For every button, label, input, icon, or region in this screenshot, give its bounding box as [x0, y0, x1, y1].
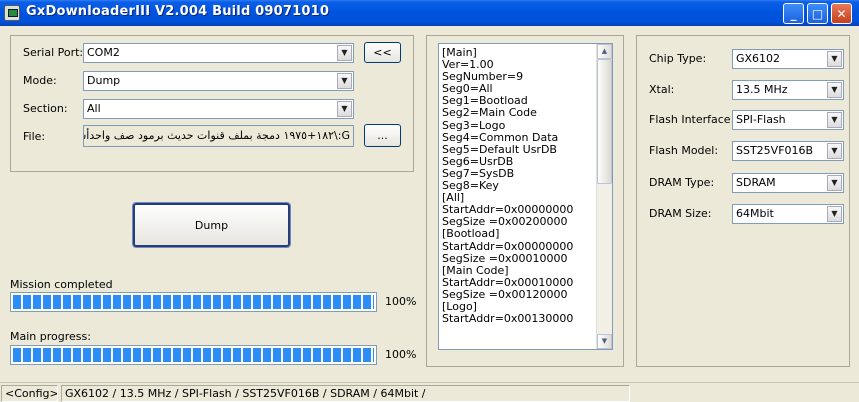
info-line[interactable]: StartAddr=0x00130000 — [442, 312, 573, 325]
dram-type-value: SDRAM — [736, 176, 776, 189]
section-select[interactable]: All ▼ — [83, 99, 354, 119]
browse-button[interactable]: ... — [364, 124, 401, 147]
chip-type-label: Chip Type: — [649, 52, 707, 65]
main-progress-fill — [13, 348, 374, 362]
dram-type-label: DRAM Type: — [649, 176, 715, 189]
download-settings-group: Serial Port: COM2 ▼ << Mode: Dump ▼ Sect… — [10, 35, 414, 172]
file-label: File: — [23, 130, 46, 143]
flash-interface-label: Flash Interface: — [649, 113, 735, 126]
info-group: [Main] Ver=1.00 SegNumber=9 Seg0=All Seg1=Bo… — [426, 35, 624, 367]
config-group: Chip Type: GX6102 ▼ Xtal: 13.5 MHz ▼ Fla… — [636, 35, 850, 367]
info-line[interactable]: Seg3=Logo — [442, 119, 573, 132]
info-line[interactable]: [Bootload] — [442, 228, 573, 240]
status-mode: <Config> — [1, 385, 58, 402]
scroll-thumb[interactable] — [597, 59, 612, 184]
chip-type-select[interactable]: GX6102 ▼ — [732, 49, 844, 69]
chevron-down-icon[interactable]: ▼ — [337, 45, 352, 61]
mode-label: Mode: — [23, 74, 57, 87]
dram-size-label: DRAM Size: — [649, 207, 712, 220]
status-summary: GX6102 / 13.5 MHz / SPI-Flash / SST25VF0… — [61, 385, 630, 402]
chevron-down-icon[interactable]: ▼ — [827, 206, 842, 222]
file-path-field[interactable]: G:\١٨٢+١٩٧٥ دمجة بملف قنوات حديث برمود ص… — [83, 125, 354, 147]
flash-model-label: Flash Model: — [649, 144, 719, 157]
dram-type-select[interactable]: SDRAM ▼ — [732, 173, 844, 193]
info-line[interactable]: StartAddr=0x00000000 — [442, 240, 573, 253]
xtal-label: Xtal: — [649, 83, 675, 96]
xtal-value: 13.5 MHz — [736, 83, 788, 96]
dump-button[interactable]: Dump — [132, 202, 291, 248]
window-title: GxDownloaderIII V2.004 Build 09071010 — [26, 4, 330, 19]
info-line[interactable]: [Main Code] — [442, 264, 573, 277]
dram-size-select[interactable]: 64Mbit ▼ — [732, 204, 844, 224]
serial-port-select[interactable]: COM2 ▼ — [83, 43, 354, 63]
dram-size-value: 64Mbit — [736, 207, 774, 220]
mission-progress-bar — [10, 292, 377, 312]
chevron-down-icon[interactable]: ▼ — [827, 51, 842, 67]
section-label: Section: — [23, 102, 68, 115]
mode-select[interactable]: Dump ▼ — [83, 71, 354, 91]
maximize-button[interactable]: □ — [807, 3, 828, 24]
scroll-down-icon[interactable]: ▼ — [597, 334, 612, 349]
flash-interface-value: SPI-Flash — [736, 113, 786, 126]
chevron-down-icon[interactable]: ▼ — [827, 143, 842, 159]
connect-button[interactable]: << — [364, 42, 401, 63]
xtal-select[interactable]: 13.5 MHz ▼ — [732, 80, 844, 100]
serial-port-value: COM2 — [87, 46, 120, 59]
info-lines: [Main] Ver=1.00 SegNumber=9 Seg0=All Seg1=Bo… — [442, 46, 573, 325]
info-line[interactable]: SegSize =0x00010000 — [442, 252, 573, 265]
chip-type-value: GX6102 — [736, 52, 781, 65]
minimize-button[interactable]: _ — [783, 3, 804, 24]
chevron-down-icon[interactable]: ▼ — [827, 82, 842, 98]
chevron-down-icon[interactable]: ▼ — [337, 101, 352, 117]
mission-percent: 100% — [385, 295, 417, 308]
section-value: All — [87, 102, 101, 115]
mission-completed-label: Mission completed — [10, 278, 113, 291]
status-bar: <Config> GX6102 / 13.5 MHz / SPI-Flash /… — [0, 382, 859, 402]
main-progress-label: Main progress: — [10, 330, 91, 343]
scroll-up-icon[interactable]: ▲ — [597, 44, 612, 59]
mode-value: Dump — [87, 74, 121, 87]
main-progress-bar — [10, 345, 377, 365]
flash-model-select[interactable]: SST25VF016B ▼ — [732, 141, 844, 161]
chevron-down-icon[interactable]: ▼ — [827, 175, 842, 191]
mission-progress-fill — [13, 295, 374, 309]
main-percent: 100% — [385, 348, 417, 361]
info-scrollbar[interactable]: ▲ ▼ — [596, 44, 612, 349]
info-line[interactable]: Seg4=Common Data — [442, 131, 573, 144]
chevron-down-icon[interactable]: ▼ — [337, 73, 352, 89]
flash-interface-select[interactable]: SPI-Flash ▼ — [732, 110, 844, 130]
flash-model-value: SST25VF016B — [736, 144, 814, 157]
app-icon[interactable] — [4, 5, 20, 21]
chevron-down-icon[interactable]: ▼ — [827, 112, 842, 128]
serial-port-label: Serial Port: — [23, 46, 84, 59]
info-listbox[interactable]: [Main] Ver=1.00 SegNumber=9 Seg0=All Seg1=Bo… — [438, 43, 613, 350]
title-bar[interactable]: GxDownloaderIII V2.004 Build 09071010 _ … — [0, 0, 859, 26]
info-line[interactable]: Seg2=Main Code — [442, 107, 573, 119]
close-button[interactable]: ✕ — [831, 3, 852, 24]
